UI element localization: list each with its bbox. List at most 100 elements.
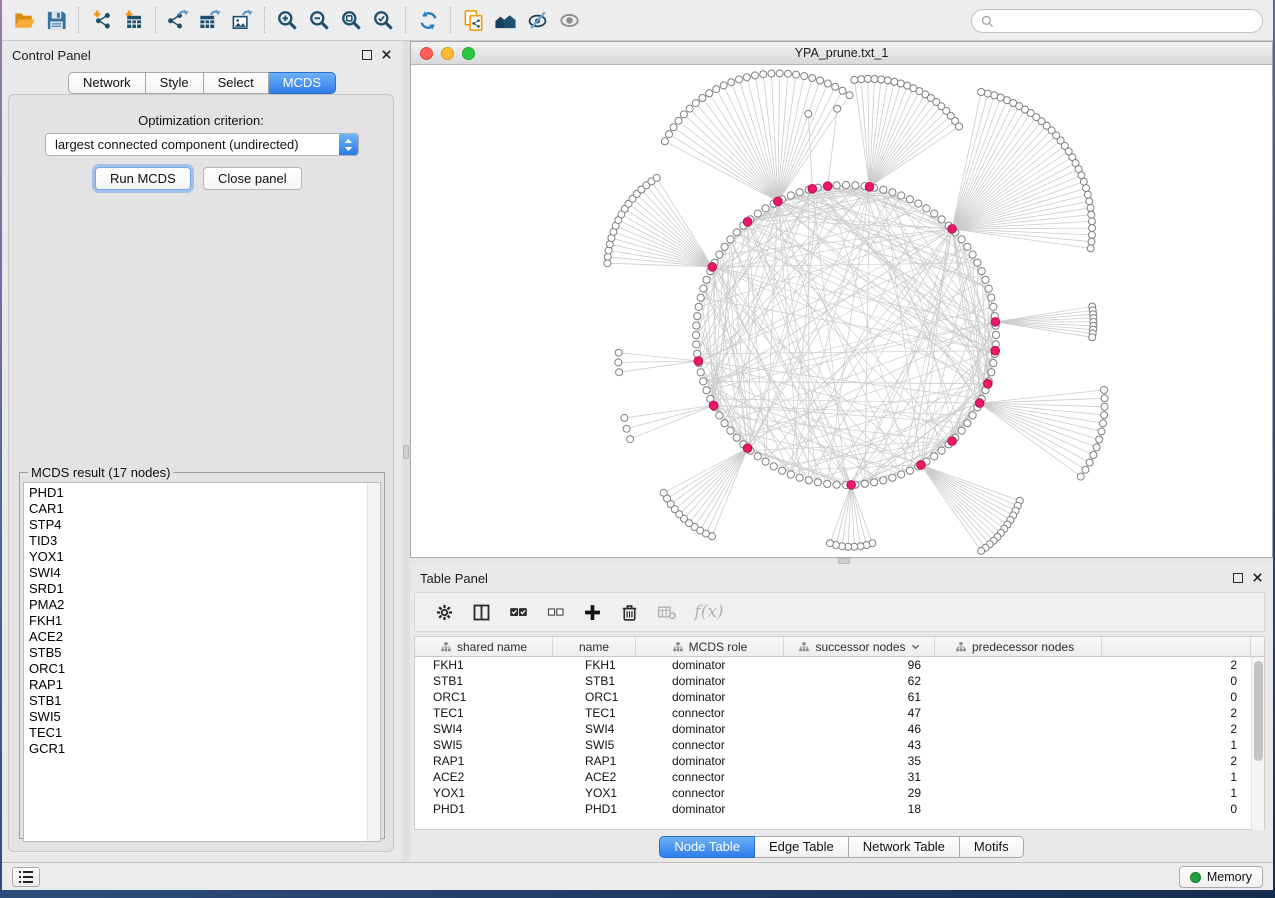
export-table-icon[interactable]	[194, 4, 226, 36]
zoom-in-icon[interactable]	[271, 4, 303, 36]
table-cell: SWI4	[553, 721, 636, 737]
float-panel-icon[interactable]	[362, 50, 372, 60]
task-history-button[interactable]	[12, 867, 40, 887]
tab-network-table[interactable]: Network Table	[849, 836, 960, 858]
open-file-icon[interactable]	[8, 4, 40, 36]
mcds-result-item[interactable]: RAP1	[24, 677, 380, 693]
table-scrollbar[interactable]	[1251, 657, 1264, 830]
app-window: Control Panel NetworkStyleSelectMCDS Opt…	[2, 0, 1273, 890]
network-window-titlebar[interactable]: YPA_prune.txt_1	[411, 42, 1272, 65]
mcds-result-item[interactable]: YOX1	[24, 549, 380, 565]
mcds-result-item[interactable]: TEC1	[24, 725, 380, 741]
new-network-from-selection-icon[interactable]	[457, 4, 489, 36]
tab-network[interactable]: Network	[68, 72, 146, 94]
zoom-fit-icon[interactable]	[335, 4, 367, 36]
mcds-result-item[interactable]: STB5	[24, 645, 380, 661]
memory-button[interactable]: Memory	[1179, 866, 1263, 888]
column-header-predecessor-nodes[interactable]: predecessor nodes	[935, 637, 1251, 656]
zoom-out-icon[interactable]	[303, 4, 335, 36]
column-header-shared-name[interactable]: shared name	[415, 637, 553, 656]
show-all-icon[interactable]	[553, 4, 585, 36]
tab-style[interactable]: Style	[146, 72, 204, 94]
mcds-result-item[interactable]: SWI5	[24, 709, 380, 725]
network-canvas[interactable]	[411, 65, 1272, 557]
mcds-result-item[interactable]: GCR1	[24, 741, 380, 757]
mcds-result-item[interactable]: ACE2	[24, 629, 380, 645]
select-all-icon[interactable]	[503, 597, 533, 627]
vertical-split-divider[interactable]	[402, 41, 410, 862]
hide-selected-icon[interactable]	[521, 4, 553, 36]
show-columns-icon[interactable]	[466, 597, 496, 627]
mcds-result-item[interactable]: PMA2	[24, 597, 380, 613]
tab-select[interactable]: Select	[204, 72, 269, 94]
delete-table-icon	[651, 597, 681, 627]
delete-rows-icon[interactable]	[614, 597, 644, 627]
mcds-result-item[interactable]: PHD1	[24, 485, 380, 501]
mcds-result-item[interactable]: TID3	[24, 533, 380, 549]
divider-handle[interactable]	[403, 445, 409, 459]
optimization-criterion-select[interactable]: largest connected component (undirected)	[45, 133, 359, 156]
close-panel-button[interactable]: Close panel	[203, 167, 302, 190]
toolbar-group	[85, 4, 149, 36]
table-row[interactable]: STB1STB1dominator620	[415, 673, 1264, 689]
table-row[interactable]: SWI4SWI4dominator462	[415, 721, 1264, 737]
table-cell: PHD1	[415, 801, 553, 817]
table-cell: STB1	[553, 673, 636, 689]
network-window-title: YPA_prune.txt_1	[411, 46, 1272, 60]
search-input[interactable]	[995, 12, 1262, 30]
column-header-MCDS-role[interactable]: MCDS role	[636, 637, 784, 656]
table-cell: STB1	[415, 673, 553, 689]
table-cell: 29	[784, 785, 935, 801]
float-panel-icon[interactable]	[1233, 573, 1243, 583]
table-cell: 43	[784, 737, 935, 753]
tab-motifs[interactable]: Motifs	[960, 836, 1024, 858]
mcds-result-item[interactable]: STP4	[24, 517, 380, 533]
mcds-result-list[interactable]: PHD1CAR1STP4TID3YOX1SWI4SRD1PMA2FKH1ACE2…	[23, 482, 381, 842]
table-row[interactable]: ORC1ORC1dominator610	[415, 689, 1264, 705]
table-row[interactable]: TEC1TEC1connector472	[415, 705, 1264, 721]
mcds-result-item[interactable]: SRD1	[24, 581, 380, 597]
add-row-icon[interactable]	[577, 597, 607, 627]
control-panel-tabbar: NetworkStyleSelectMCDS	[2, 72, 402, 94]
mcds-result-item[interactable]: FKH1	[24, 613, 380, 629]
refresh-icon[interactable]	[412, 4, 444, 36]
import-table-icon[interactable]	[117, 4, 149, 36]
export-network-icon[interactable]	[162, 4, 194, 36]
first-neighbors-icon[interactable]	[489, 4, 521, 36]
table-cell: 18	[784, 801, 935, 817]
unselect-all-icon[interactable]	[540, 597, 570, 627]
export-image-icon[interactable]	[226, 4, 258, 36]
tab-mcds[interactable]: MCDS	[269, 72, 336, 94]
table-cell: TEC1	[415, 705, 553, 721]
close-panel-icon[interactable]	[1252, 572, 1263, 583]
table-panel: Table Panel f(x) shared namenameMCDS rol…	[410, 564, 1273, 862]
optimization-criterion-label: Optimization criterion:	[9, 113, 393, 128]
table-cell: ACE2	[415, 769, 553, 785]
save-session-icon[interactable]	[40, 4, 72, 36]
node-table: shared namenameMCDS role successor nodes p…	[414, 636, 1265, 830]
table-cell: connector	[636, 769, 784, 785]
tab-node-table[interactable]: Node Table	[659, 836, 755, 858]
table-row[interactable]: SWI5SWI5connector431	[415, 737, 1264, 753]
column-label: successor nodes	[815, 640, 905, 654]
mcds-result-item[interactable]: STB1	[24, 693, 380, 709]
table-row[interactable]: PHD1PHD1dominator180	[415, 801, 1264, 817]
import-network-icon[interactable]	[85, 4, 117, 36]
search-field[interactable]	[971, 9, 1263, 33]
scrollbar-thumb[interactable]	[1254, 661, 1263, 761]
table-row[interactable]: RAP1RAP1dominator352	[415, 753, 1264, 769]
close-panel-icon[interactable]	[381, 49, 392, 60]
table-row[interactable]: FKH1FKH1dominator962	[415, 657, 1264, 673]
column-header-name[interactable]: name	[553, 637, 636, 656]
mcds-result-item[interactable]: SWI4	[24, 565, 380, 581]
table-row[interactable]: YOX1YOX1connector291	[415, 785, 1264, 801]
table-row[interactable]: ACE2ACE2connector311	[415, 769, 1264, 785]
column-header-successor-nodes[interactable]: successor nodes	[784, 637, 935, 656]
mcds-result-item[interactable]: CAR1	[24, 501, 380, 517]
run-mcds-button[interactable]: Run MCDS	[95, 167, 191, 190]
settings-gear-icon[interactable]	[429, 597, 459, 627]
mcds-result-item[interactable]: ORC1	[24, 661, 380, 677]
tab-edge-table[interactable]: Edge Table	[755, 836, 849, 858]
mcds-list-scrollbar[interactable]	[367, 483, 380, 841]
zoom-selected-icon[interactable]	[367, 4, 399, 36]
